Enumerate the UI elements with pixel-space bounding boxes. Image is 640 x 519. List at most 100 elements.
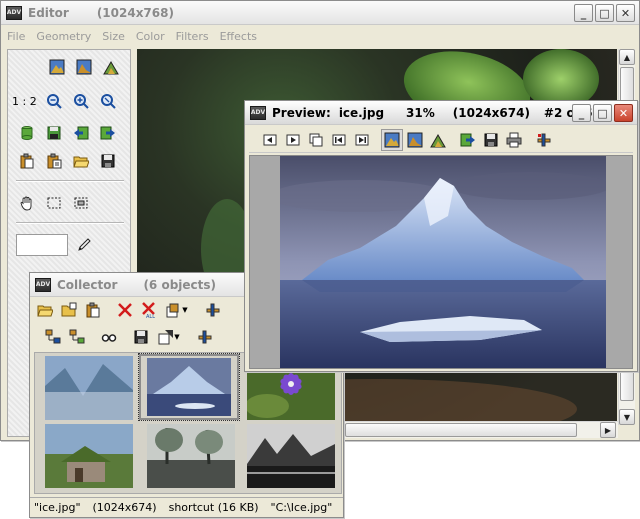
floppy-disk-icon <box>101 154 115 168</box>
import-arrow-icon <box>74 126 89 140</box>
preview-maximize-button[interactable]: □ <box>593 104 612 122</box>
export-icon <box>158 330 174 345</box>
actual-size-button[interactable] <box>404 129 426 151</box>
full-view-button[interactable] <box>100 56 122 78</box>
delete-button[interactable] <box>114 299 136 321</box>
preview-close-button[interactable]: ✕ <box>614 104 633 122</box>
editor-dimensions: (1024x768) <box>96 5 174 20</box>
zoom-out-icon <box>47 94 62 109</box>
crop-select-button[interactable] <box>70 192 92 214</box>
skip-last-icon <box>355 134 369 145</box>
menu-filters[interactable]: Filters <box>176 30 209 43</box>
editor-titlebar[interactable]: ADV Editor (1024x768) _ □ ✕ <box>1 1 639 25</box>
status-path: "C:\Ice.jpg" <box>270 501 333 514</box>
maximize-button[interactable]: □ <box>595 4 614 22</box>
export-button[interactable] <box>97 122 119 144</box>
bw-landscape-image <box>247 424 335 488</box>
export-arrow-icon <box>100 126 115 140</box>
zoom-out-button[interactable] <box>43 90 65 112</box>
image-fit-icon <box>49 59 65 75</box>
preview-window: ADV Preview: ice.jpg 31% (1024x674) #2 o… <box>244 100 638 372</box>
fit-view-button[interactable] <box>381 128 403 151</box>
hand-tool-button[interactable] <box>16 192 38 214</box>
fit-view-button[interactable] <box>46 56 68 78</box>
tree-icon <box>45 329 61 344</box>
open-folder-button[interactable] <box>70 150 92 172</box>
paste-special-button[interactable] <box>43 150 65 172</box>
delete-all-icon: ALL <box>142 302 155 318</box>
scroll-down-arrow[interactable]: ▼ <box>619 409 635 425</box>
menu-geometry[interactable]: Geometry <box>36 30 91 43</box>
skip-first-icon <box>332 134 346 145</box>
zoom-fit-button[interactable] <box>97 90 119 112</box>
status-dimensions: (1024x674) <box>92 501 157 514</box>
full-view-button[interactable] <box>427 129 449 151</box>
paste-button[interactable] <box>16 150 38 172</box>
open-button[interactable] <box>34 299 56 321</box>
arrow-left-icon <box>263 134 277 145</box>
export-button[interactable] <box>457 129 479 151</box>
rect-select-button[interactable] <box>43 192 65 214</box>
thumbnail-lake-trees[interactable] <box>147 424 235 488</box>
scroll-right-arrow[interactable]: ▶ <box>600 422 616 438</box>
clipboard-special-icon <box>47 153 62 169</box>
menu-file[interactable]: File <box>7 30 25 43</box>
skip-last-button[interactable] <box>351 129 373 151</box>
skip-first-button[interactable] <box>328 129 350 151</box>
tree-expand-button[interactable] <box>66 326 88 348</box>
tools-button[interactable] <box>202 299 224 321</box>
database-button[interactable] <box>16 122 38 144</box>
arrow-right-icon <box>286 134 300 145</box>
compare-button[interactable] <box>98 326 120 348</box>
image-actual-icon <box>407 132 423 147</box>
preview-minimize-button[interactable]: _ <box>572 104 591 122</box>
import-button[interactable] <box>70 122 92 144</box>
preview-image-area[interactable] <box>249 155 633 369</box>
pencil-tool-button[interactable] <box>73 234 95 256</box>
add-folder-button[interactable] <box>58 299 80 321</box>
zoom-fit-icon <box>101 94 116 109</box>
printer-icon <box>506 132 522 147</box>
thumbnail-iceberg[interactable] <box>138 353 240 421</box>
editor-horizontal-scrollbar[interactable]: ▶ <box>343 421 618 438</box>
tools-icon <box>537 133 551 146</box>
thumbnail-misty-mountains[interactable] <box>45 356 133 420</box>
save-button[interactable] <box>97 150 119 172</box>
menu-effects[interactable]: Effects <box>220 30 257 43</box>
menu-color[interactable]: Color <box>136 30 165 43</box>
view-mode-icon <box>166 303 179 318</box>
minimize-button[interactable]: _ <box>574 4 593 22</box>
export-menu-button[interactable]: ▼ <box>154 326 184 348</box>
prev-image-button[interactable] <box>282 129 304 151</box>
tree-view-button[interactable] <box>42 326 64 348</box>
save-button[interactable] <box>480 129 502 151</box>
scroll-up-arrow[interactable]: ▲ <box>619 49 635 65</box>
settings-button[interactable] <box>533 129 555 151</box>
collector-title: Collector <box>57 277 118 292</box>
save-to-db-button[interactable] <box>43 122 65 144</box>
status-filename: "ice.jpg" <box>34 501 81 514</box>
copy-image-button[interactable] <box>305 129 327 151</box>
actual-size-button[interactable] <box>73 56 95 78</box>
color-swatch[interactable] <box>16 234 68 256</box>
thumbnail-black-white-landscape[interactable] <box>247 424 335 488</box>
thumbnail-old-house[interactable] <box>45 424 133 488</box>
paste-button[interactable] <box>82 299 104 321</box>
thumbnail-grid <box>34 352 342 494</box>
app-icon: ADV <box>250 105 266 120</box>
glasses-icon <box>101 334 117 342</box>
close-button[interactable]: ✕ <box>616 4 635 22</box>
zoom-in-button[interactable] <box>70 90 92 112</box>
hscroll-thumb[interactable] <box>345 423 577 437</box>
save-button[interactable] <box>130 326 152 348</box>
delete-all-button[interactable]: ALL <box>138 299 160 321</box>
view-mode-button[interactable]: ▼ <box>162 299 192 321</box>
dropdown-arrow-icon: ▼ <box>182 306 188 314</box>
tools-icon <box>198 330 212 344</box>
settings-button[interactable] <box>194 326 216 348</box>
old-house-image <box>45 424 133 488</box>
menu-size[interactable]: Size <box>102 30 125 43</box>
preview-titlebar[interactable]: ADV Preview: ice.jpg 31% (1024x674) #2 o… <box>245 101 637 125</box>
print-button[interactable] <box>503 129 525 151</box>
first-image-button[interactable] <box>259 129 281 151</box>
